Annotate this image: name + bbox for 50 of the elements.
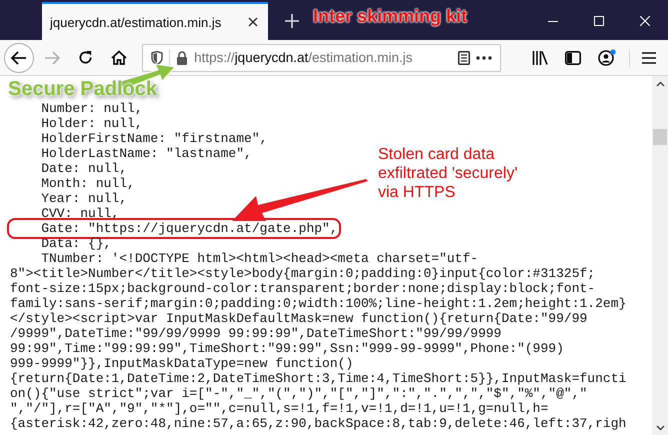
code-line: HolderFirstName: "firstname", xyxy=(40,131,268,146)
code-line: 99:99",Time:"99:99:99",TimeShort:"99:99",Ssn:"999-99-9999",Phone:"(999) xyxy=(10,341,564,356)
maximize-icon[interactable] xyxy=(594,16,604,26)
padlock-icon[interactable] xyxy=(176,50,188,64)
code-line: Month: null, xyxy=(40,176,135,191)
account-icon[interactable] xyxy=(598,49,616,66)
scroll-up-icon[interactable] xyxy=(656,81,664,87)
code-line: Number: null, xyxy=(40,101,143,116)
back-button[interactable] xyxy=(4,42,34,72)
callout-text: Stolen card data exfiltrated 'securely' via HTTPS xyxy=(378,145,518,202)
code-line: 999-9999"}},InputMaskDataType=new function() xyxy=(10,356,354,371)
code-line: /9999",DateTime:"99/99/9999 99:99:99",DateTimeShort:"99/99/9999 xyxy=(10,326,502,341)
code-line: Data: {}, xyxy=(40,236,112,251)
code-line: HolderLastName: "lastname", xyxy=(40,146,252,161)
code-line: {asterisk:42,zero:48,nine:57,a:65,z:90,backSpace:8,tab:9,delete:46,left:37,righ xyxy=(10,416,626,431)
shield-icon[interactable] xyxy=(151,50,164,64)
code-line: 8"><title>Number</title><style>body{margin:0;padding:0}input{color:#31325f; xyxy=(10,266,596,281)
code-line: Holder: null, xyxy=(40,116,143,131)
scrollbar[interactable] xyxy=(652,76,668,435)
code-line: family:sans-serif;margin:0;padding:0;width:100%;line-height:1.2em;height:1.2em} xyxy=(10,296,626,311)
code-line: ","/"],r=["A","9","*"],o="",c=null,s=!1,f=!1,v=!1,d=!1,u=!1,g=null,h= xyxy=(10,401,548,416)
url-text[interactable]: https://jquerycdn.at/estimation.min.js xyxy=(194,50,452,65)
menu-icon[interactable] xyxy=(642,52,656,64)
tab-title: jquerycdn.at/estimation.min.js xyxy=(50,14,222,30)
new-tab-icon[interactable] xyxy=(285,14,299,28)
more-icon[interactable] xyxy=(476,56,492,60)
code-line: on(){"use strict";var i=["-","_","(",")","[","]",":",".",",","$","%","@"," xyxy=(10,386,588,401)
sidebar-icon[interactable] xyxy=(565,50,582,64)
scroll-down-icon[interactable] xyxy=(656,425,664,431)
annotation-title: Inter skimming kit xyxy=(313,6,468,27)
code-line: Year: null, xyxy=(40,191,128,206)
address-bar[interactable]: https://jquerycdn.at/estimation.min.js xyxy=(142,44,501,72)
library-icon[interactable] xyxy=(532,50,548,64)
code-line: TNumber: '<!DOCTYPE html><html><head><meta charset="utf- xyxy=(40,251,478,266)
close-window-icon[interactable] xyxy=(640,16,650,26)
browser-tab[interactable]: jquerycdn.at/estimation.min.js xyxy=(42,2,268,40)
code-line: </style><script>var InputMaskDefaultMask=new function(){return{Date:"99/99 xyxy=(10,311,588,326)
close-tab-icon[interactable] xyxy=(248,17,258,27)
home-icon[interactable] xyxy=(111,50,128,65)
scroll-thumb[interactable] xyxy=(653,129,667,145)
back-arrow-icon[interactable] xyxy=(10,50,27,64)
reload-icon[interactable] xyxy=(78,50,94,65)
annotation-label: Secure Padlock xyxy=(8,78,157,101)
code-line: Gate: "https://jquerycdn.at/gate.php", xyxy=(10,221,338,236)
reader-view-icon[interactable] xyxy=(458,50,470,64)
code-line: Date: null, xyxy=(40,161,128,176)
minimize-icon[interactable] xyxy=(548,20,558,22)
code-line: {return{Date:1,DateTime:2,DateTimeShort:3,Time:4,TimeShort:5}},InputMask=functi xyxy=(10,371,626,386)
code-line: CVV: null, xyxy=(40,206,120,221)
code-line: font-size:15px;background-color:transparent;border:none;display:block;font- xyxy=(10,281,596,296)
